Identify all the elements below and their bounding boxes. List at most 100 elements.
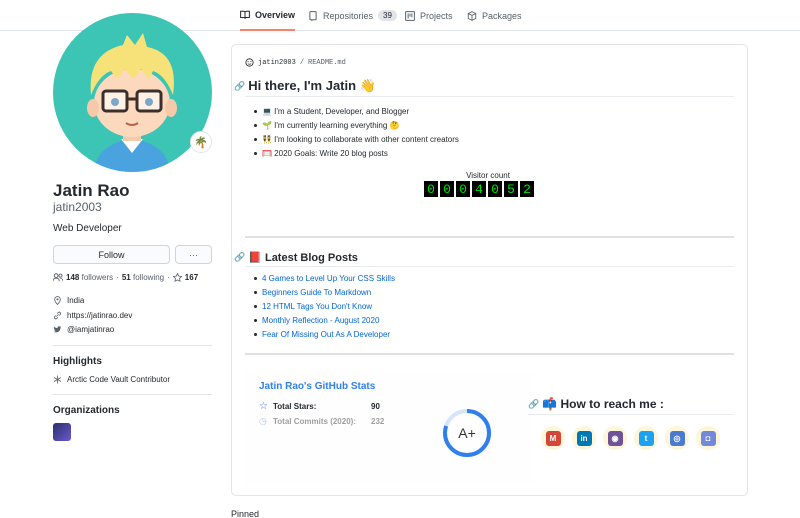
- star-outline-icon: ☆: [259, 401, 268, 412]
- pinned-heading: Pinned: [231, 509, 260, 518]
- follow-button[interactable]: Follow: [53, 245, 170, 264]
- readme-heading-text: Hi there, I'm Jatin 👋: [248, 78, 376, 93]
- github-icon: ◉: [607, 430, 623, 446]
- tab-overview-label: Overview: [255, 9, 296, 20]
- gmail-link[interactable]: M: [541, 426, 565, 450]
- twitter-row[interactable]: @iamjatinrao: [53, 325, 114, 334]
- reach-heading: 🔗 📫 How to reach me :: [528, 397, 664, 411]
- bullet-dot: [254, 333, 257, 336]
- readme-file[interactable]: README.md: [308, 59, 346, 67]
- anchor-link-icon[interactable]: 🔗: [528, 399, 539, 410]
- smiley-icon: [245, 58, 254, 67]
- list-item-text: 🌱 I'm currently learning everything 🤔: [262, 121, 400, 130]
- blog-post-link[interactable]: Fear Of Missing Out As A Developer: [262, 330, 390, 339]
- list-item: 👯 I'm looking to collaborate with other …: [254, 135, 459, 144]
- tab-overview[interactable]: Overview: [240, 0, 296, 31]
- visitor-counter: 0 0 0 4 0 5 2: [424, 181, 534, 197]
- list-item-text: 👯 I'm looking to collaborate with other …: [262, 135, 459, 144]
- twitter-icon: [53, 326, 62, 333]
- list-item: 💻 I'm a Student, Developer, and Blogger: [254, 107, 409, 116]
- tab-repositories[interactable]: Repositories 39: [308, 0, 397, 31]
- followers-link[interactable]: 148 followers: [66, 273, 113, 282]
- readme-breadcrumb: jatin2003 / README.md: [245, 58, 346, 67]
- blog-heading-text: 📕 Latest Blog Posts: [248, 252, 358, 264]
- heading-rule: [245, 96, 734, 97]
- separator-dot: ·: [167, 273, 170, 282]
- organizations-heading: Organizations: [53, 405, 120, 416]
- star-icon: [172, 273, 182, 282]
- avatar-illustration: [87, 33, 177, 172]
- twitter-link[interactable]: t: [634, 426, 658, 450]
- stat-value: 232: [371, 417, 385, 426]
- heading-rule: [528, 414, 734, 415]
- linkedin-link[interactable]: in: [572, 426, 596, 450]
- stat-value: 90: [371, 402, 380, 411]
- readme-user[interactable]: jatin2003: [258, 59, 296, 67]
- highlights-heading: Highlights: [53, 356, 102, 367]
- palm-tree-icon: 🌴: [194, 136, 208, 149]
- linkedin-icon: in: [576, 430, 592, 446]
- more-options-button[interactable]: ···: [175, 245, 212, 264]
- blog-heading: 🔗 📕 Latest Blog Posts: [234, 251, 358, 264]
- website-row[interactable]: https://jatinrao.dev: [53, 311, 132, 320]
- section-rule: [245, 236, 734, 238]
- reach-heading-text: 📫 How to reach me :: [542, 397, 664, 411]
- blog-post-item: Monthly Reflection - August 2020: [254, 316, 379, 325]
- blog-post-link[interactable]: 12 HTML Tags You Don't Know: [262, 302, 372, 311]
- profile-name: Jatin Rao: [53, 181, 130, 200]
- stats-title: Jatin Rao's GitHub Stats: [259, 381, 376, 392]
- bullet-dot: [254, 305, 257, 308]
- list-item: 🌱 I'm currently learning everything 🤔: [254, 121, 400, 130]
- bullet-dot: [254, 124, 257, 127]
- anchor-link-icon[interactable]: 🔗: [234, 81, 245, 92]
- profile-bio: Web Developer: [53, 223, 122, 234]
- tab-projects[interactable]: Projects: [405, 0, 453, 31]
- follow-stats: 148 followers · 51 following · 167: [53, 273, 198, 282]
- blog-post-link[interactable]: 4 Games to Level Up Your CSS Skills: [262, 274, 395, 283]
- tab-repositories-label: Repositories: [323, 10, 374, 21]
- following-link[interactable]: 51 following: [122, 273, 164, 282]
- list-item: 🥅 2020 Goals: Write 20 blog posts: [254, 149, 388, 158]
- stat-label: Total Commits (2020):: [273, 417, 356, 426]
- list-item-text: 🥅 2020 Goals: Write 20 blog posts: [262, 149, 388, 158]
- heading-rule: [245, 266, 734, 267]
- section-rule: [245, 353, 734, 355]
- following-label: following: [132, 273, 165, 282]
- website-link[interactable]: https://jatinrao.dev: [67, 311, 132, 320]
- gmail-icon: M: [545, 430, 561, 446]
- stat-label: Total Stars:: [273, 402, 317, 411]
- discord-link[interactable]: ◘: [696, 426, 720, 450]
- stat-row-commits: ◷ Total Commits (2020): 232: [259, 416, 384, 427]
- counter-digit: 0: [440, 181, 454, 197]
- profile-login: jatin2003: [53, 200, 102, 214]
- highlight-item[interactable]: Arctic Code Vault Contributor: [53, 375, 170, 384]
- tab-packages[interactable]: Packages: [467, 0, 522, 31]
- grade-ring: A+: [443, 409, 491, 457]
- grade-text: A+: [458, 425, 476, 441]
- avatar[interactable]: [53, 13, 212, 172]
- twitter-handle[interactable]: @iamjatinrao: [67, 325, 114, 334]
- blog-post-item: 4 Games to Level Up Your CSS Skills: [254, 274, 395, 283]
- bullet-dot: [254, 152, 257, 155]
- repo-icon: [309, 10, 317, 21]
- followers-label: followers: [81, 273, 114, 282]
- blog-post-item: 12 HTML Tags You Don't Know: [254, 302, 372, 311]
- clock-icon: ◷: [259, 416, 267, 426]
- status-badge[interactable]: 🌴: [190, 131, 212, 153]
- counter-digit: 0: [424, 181, 438, 197]
- package-icon: [467, 10, 477, 21]
- twitter-icon: t: [638, 430, 654, 446]
- stars-link[interactable]: 167: [172, 273, 198, 282]
- following-count: 51: [121, 273, 131, 282]
- link-icon: [53, 311, 62, 320]
- instagram-icon: ◎: [669, 430, 685, 446]
- book-icon: [240, 10, 250, 19]
- snowflake-icon: [53, 375, 62, 384]
- anchor-link-icon[interactable]: 🔗: [234, 252, 245, 263]
- blog-post-link[interactable]: Beginners Guide To Markdown: [262, 288, 371, 297]
- location-text: India: [67, 296, 85, 305]
- instagram-link[interactable]: ◎: [665, 426, 689, 450]
- github-link[interactable]: ◉: [603, 426, 627, 450]
- blog-post-link[interactable]: Monthly Reflection - August 2020: [262, 316, 379, 325]
- organization-avatar[interactable]: [53, 423, 71, 441]
